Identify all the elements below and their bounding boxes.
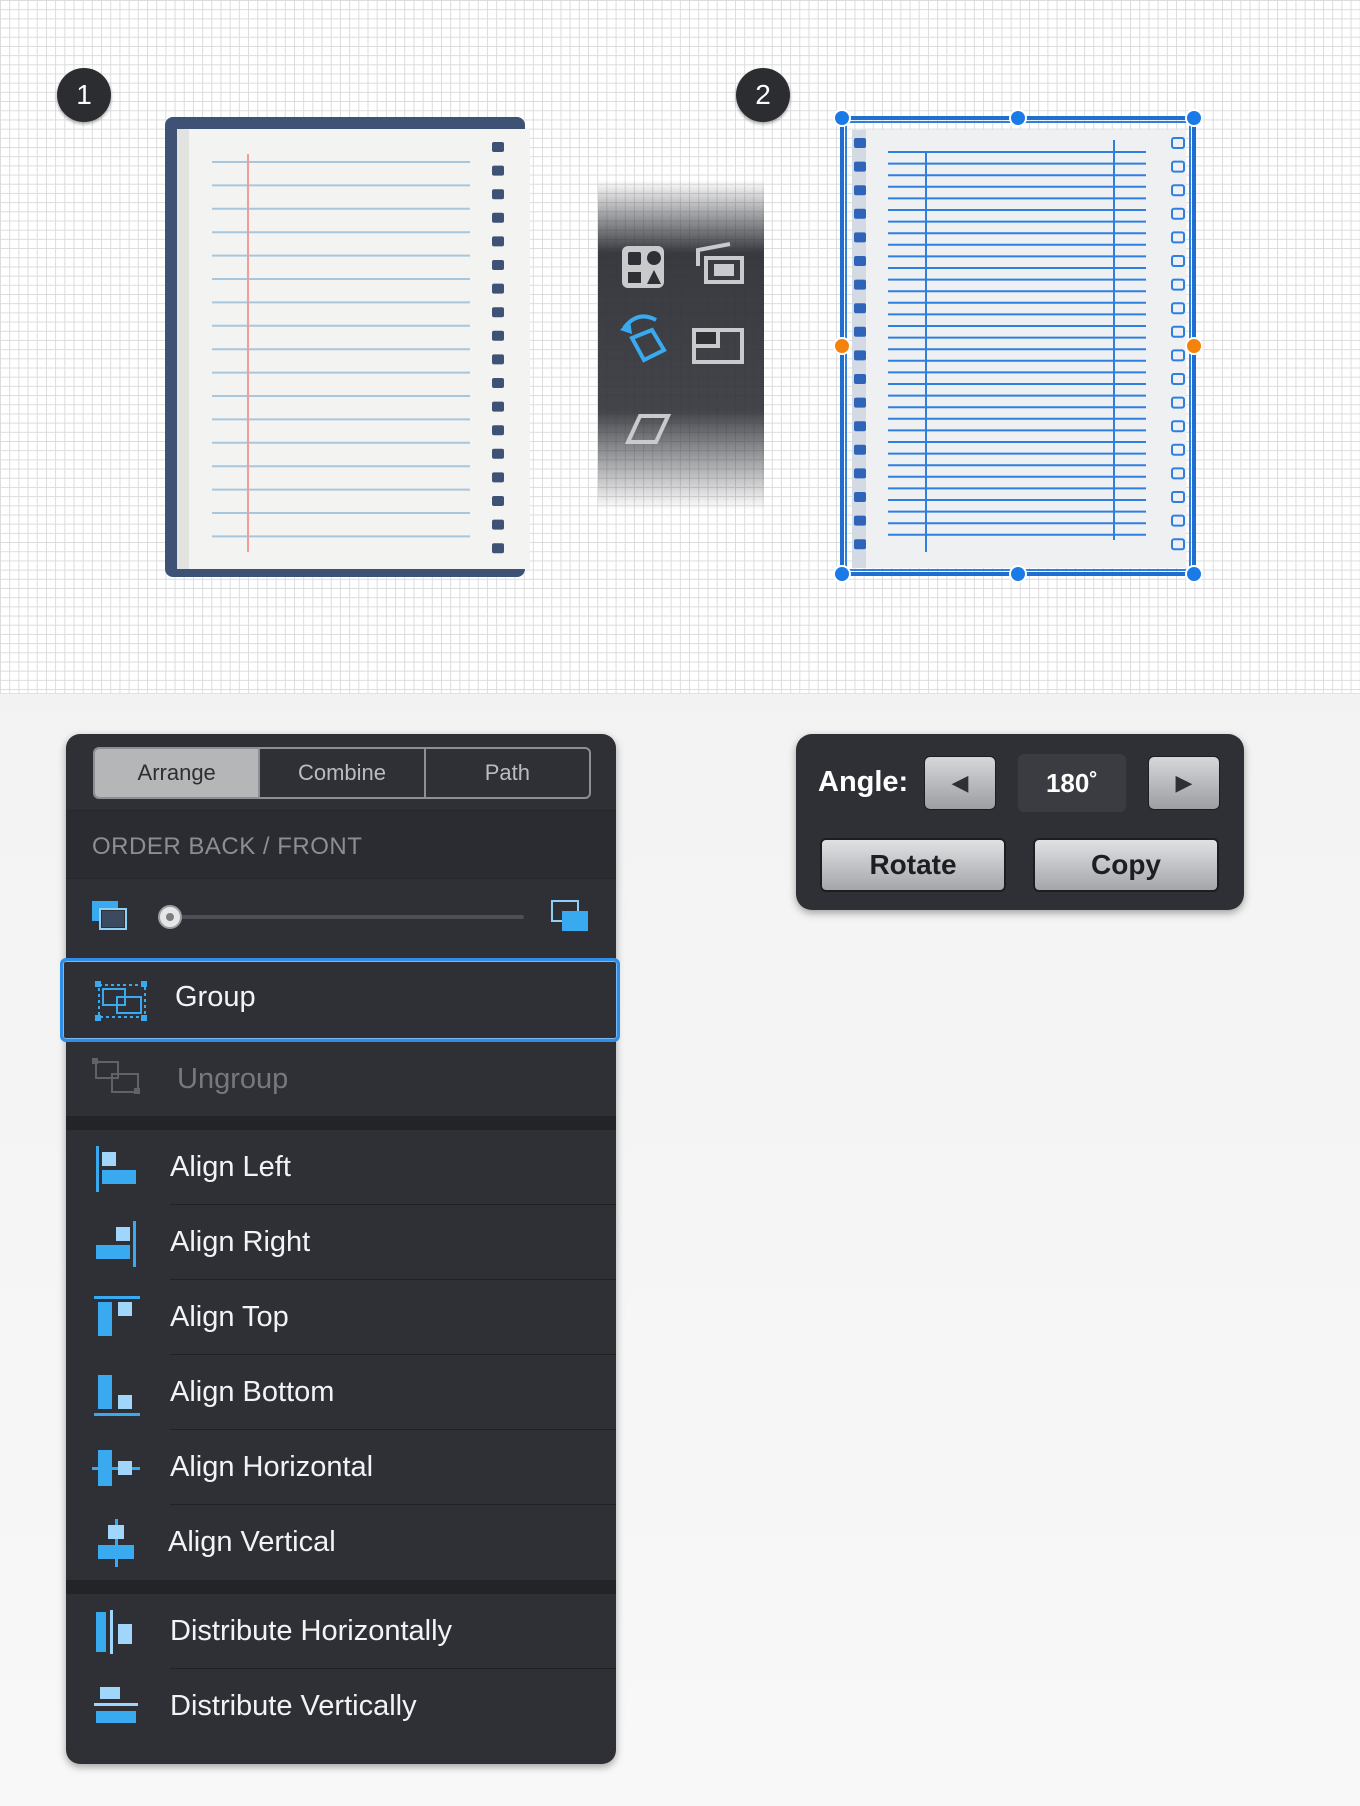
resize-handle-top-right xyxy=(1185,109,1203,127)
mode-segmented-control: Arrange Combine Path xyxy=(93,747,591,799)
notebook-illustration xyxy=(165,117,530,577)
distribute-vertically-item[interactable]: Distribute Vertically xyxy=(66,1669,616,1744)
align-top-item[interactable]: Align Top xyxy=(66,1280,616,1355)
align-horizontal-label: Align Horizontal xyxy=(170,1451,374,1483)
resize-handle-top xyxy=(1009,109,1027,127)
align-top-label: Align Top xyxy=(170,1301,289,1333)
resize-handle-right xyxy=(1185,337,1203,355)
bring-to-front-icon[interactable] xyxy=(550,899,592,937)
arrange-panel: Arrange Combine Path ORDER BACK / FRONT xyxy=(60,734,620,1764)
section-divider-2 xyxy=(66,1580,616,1594)
align-right-label: Align Right xyxy=(170,1226,311,1258)
resize-handle-top-left xyxy=(833,109,851,127)
distribute-horizontally-icon xyxy=(96,1610,132,1654)
align-top-icon xyxy=(94,1296,140,1336)
selected-notebook[interactable] xyxy=(832,108,1222,588)
group-menu-item[interactable]: Group xyxy=(60,958,620,1042)
step-badge-1: 1 xyxy=(57,68,111,122)
align-bottom-item[interactable]: Align Bottom xyxy=(66,1355,616,1430)
section-title: ORDER BACK / FRONT xyxy=(92,833,363,860)
align-right-item[interactable]: Align Right xyxy=(66,1205,616,1280)
distribute-vertically-icon xyxy=(94,1687,138,1723)
distribute-vertically-label: Distribute Vertically xyxy=(170,1690,417,1722)
align-bottom-label: Align Bottom xyxy=(170,1376,335,1408)
send-to-back-icon[interactable] xyxy=(90,899,130,935)
ungroup-icon xyxy=(92,1058,140,1094)
resize-handle-bottom-left xyxy=(833,565,851,583)
order-slider-track[interactable] xyxy=(170,915,524,919)
group-icon xyxy=(95,981,147,1021)
angle-label: Angle: xyxy=(818,766,909,798)
drawing-canvas[interactable]: 1 2 xyxy=(0,0,1360,694)
align-vertical-label: Align Vertical xyxy=(168,1526,336,1558)
align-horizontal-icon xyxy=(92,1450,140,1486)
align-left-icon xyxy=(96,1146,136,1192)
triangle-right-icon: ▶ xyxy=(1175,770,1193,795)
rotate-button[interactable]: Rotate xyxy=(820,838,1006,892)
align-vertical-item[interactable]: Align Vertical xyxy=(66,1505,616,1580)
resize-handle-left xyxy=(833,337,851,355)
triangle-left-icon: ◀ xyxy=(951,770,969,795)
section-divider xyxy=(66,1116,616,1130)
rotate-panel: Angle: ◀ 180˚ ▶ Rotate Copy xyxy=(796,734,1244,910)
tab-path[interactable]: Path xyxy=(426,749,589,797)
step-badge-2: 2 xyxy=(736,68,790,122)
align-right-icon xyxy=(96,1221,136,1267)
angle-decrease-button[interactable]: ◀ xyxy=(924,756,996,810)
shapes-icon[interactable] xyxy=(622,246,664,288)
resize-handle-bottom-right xyxy=(1185,565,1203,583)
order-slider-thumb[interactable] xyxy=(158,905,182,929)
copy-button[interactable]: Copy xyxy=(1033,838,1219,892)
align-left-label: Align Left xyxy=(170,1151,291,1183)
ungroup-label: Ungroup xyxy=(177,1063,289,1095)
distribute-horizontally-label: Distribute Horizontally xyxy=(170,1615,453,1647)
align-vertical-icon xyxy=(98,1519,134,1567)
tab-combine[interactable]: Combine xyxy=(260,749,426,797)
tab-arrange[interactable]: Arrange xyxy=(95,749,261,797)
align-horizontal-item[interactable]: Align Horizontal xyxy=(66,1430,616,1505)
distribute-horizontally-item[interactable]: Distribute Horizontally xyxy=(66,1594,616,1669)
align-bottom-icon xyxy=(94,1375,140,1416)
align-left-item[interactable]: Align Left xyxy=(66,1130,616,1205)
ungroup-menu-item[interactable]: Ungroup xyxy=(66,1042,616,1117)
order-slider-row xyxy=(66,878,616,953)
angle-value-field[interactable]: 180˚ xyxy=(1018,754,1126,812)
angle-increase-button[interactable]: ▶ xyxy=(1148,756,1220,810)
resize-handle-bottom xyxy=(1009,565,1027,583)
group-label: Group xyxy=(175,981,256,1013)
transform-toolbar xyxy=(598,180,764,510)
section-header: ORDER BACK / FRONT xyxy=(66,810,616,879)
